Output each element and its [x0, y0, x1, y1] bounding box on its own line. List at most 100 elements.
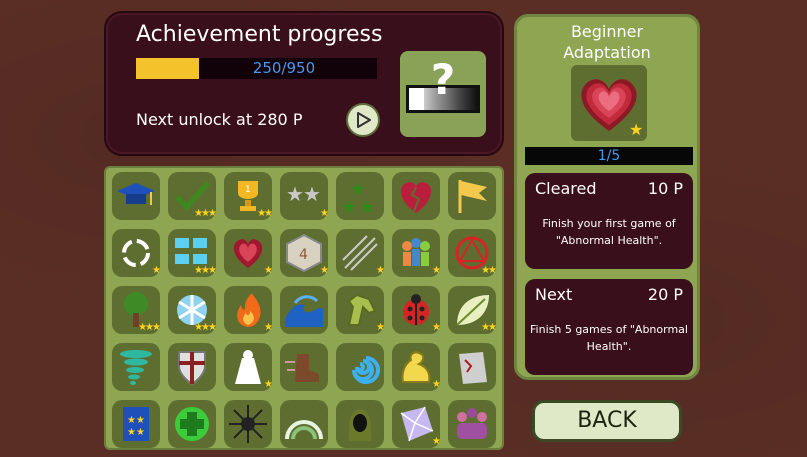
tornado-icon — [120, 350, 152, 385]
achievement-tile[interactable]: ★★★ — [168, 229, 217, 277]
silver-stars-icon: ★ ★ — [286, 182, 321, 206]
badge-star-icon: ★ — [629, 120, 643, 139]
achievement-tile[interactable] — [280, 286, 328, 334]
achievement-level: 1/5 — [525, 147, 693, 165]
achievement-tile[interactable] — [336, 400, 384, 448]
rating-stars-icon: ★ — [432, 436, 441, 447]
achievement-tile[interactable]: ★★ — [448, 229, 497, 277]
rating-stars-icon: ★★★ — [194, 265, 217, 276]
question-mark-icon: ? — [430, 55, 456, 104]
rating-stars-icon: ★ — [432, 379, 441, 390]
rating-stars-icon: ★ — [264, 265, 273, 276]
rating-stars-icon: ★ — [264, 379, 273, 390]
achievement-tile[interactable]: ★ — [224, 286, 273, 334]
group-icon — [457, 408, 487, 439]
svg-text:★: ★ — [303, 182, 321, 206]
achievement-tile[interactable]: ★★★ — [168, 286, 217, 334]
rating-stars-icon: ★ — [432, 322, 441, 333]
dark-sun-icon — [229, 405, 267, 443]
speed-boot-icon — [285, 354, 319, 382]
cleared-points: 10 P — [647, 179, 683, 198]
achievement-tile[interactable]: ★ — [336, 286, 385, 334]
play-button[interactable] — [346, 103, 380, 137]
svg-text:★★: ★★ — [127, 415, 145, 426]
rating-stars-icon: ★★ — [481, 265, 497, 276]
hooded-figure-icon — [348, 409, 372, 441]
yellow-flag-icon — [458, 180, 487, 213]
spiral-icon — [352, 356, 380, 384]
svg-text:4: 4 — [299, 247, 308, 263]
achievement-tile[interactable]: ★★ ★★ — [112, 400, 160, 448]
achievement-tile[interactable]: ★★★ — [336, 172, 384, 220]
crowd-icon — [402, 238, 430, 266]
achievement-tile[interactable] — [112, 343, 160, 391]
flame-icon — [237, 293, 261, 327]
achievement-tile[interactable]: ★★★ — [112, 286, 161, 334]
next-card: Next 20 P Finish 5 games of "Abnormal He… — [525, 279, 693, 375]
achievement-tile[interactable] — [112, 172, 160, 220]
green-stars-icon: ★★ ★ — [341, 179, 375, 217]
achievement-tile[interactable] — [280, 400, 328, 448]
achievement-tile[interactable]: ★ — [392, 400, 441, 448]
achievement-tile[interactable] — [448, 400, 496, 448]
achievement-title-line2: Adaptation — [563, 43, 651, 62]
torn-paper-icon — [459, 352, 487, 384]
achievement-tile[interactable]: ★ — [392, 343, 441, 391]
achievement-tile[interactable] — [448, 343, 496, 391]
achievement-tile[interactable] — [168, 400, 216, 448]
achievement-title: Beginner Adaptation — [517, 21, 697, 63]
light-beam-icon — [235, 350, 261, 384]
rating-stars-icon: ★ — [320, 208, 329, 219]
rating-stars-icon: ★★ — [257, 208, 273, 219]
horse-head-icon — [347, 293, 377, 326]
achievement-tile[interactable]: ★ — [392, 229, 441, 277]
achievement-tile[interactable] — [392, 172, 440, 220]
achievement-badge: ★ — [571, 65, 647, 141]
svg-text:1: 1 — [245, 185, 251, 195]
achievement-tile[interactable] — [336, 343, 384, 391]
heart-icon — [233, 239, 263, 268]
arrows-icon — [342, 235, 378, 271]
progress-bar: 250/950 — [136, 58, 377, 79]
achievement-tile[interactable]: ★ — [392, 286, 441, 334]
rating-stars-icon: ★★ — [481, 322, 497, 333]
achievement-tile[interactable]: ★ — [112, 229, 161, 277]
broken-heart-icon — [400, 182, 432, 213]
rating-stars-icon: ★★★ — [194, 208, 217, 219]
achievement-progress-panel: Achievement progress 250/950 Next unlock… — [104, 11, 504, 156]
achievement-tile[interactable] — [168, 343, 216, 391]
recycle-arrows-icon — [122, 239, 150, 267]
achievement-tile[interactable]: ★★ — [448, 286, 497, 334]
next-points: 20 P — [647, 285, 683, 304]
achievement-tile[interactable]: ★ — [336, 229, 385, 277]
cleared-label: Cleared — [535, 179, 597, 198]
muscle-icon — [401, 351, 431, 383]
svg-text:★: ★ — [286, 182, 304, 206]
achievement-tile[interactable] — [448, 172, 496, 220]
cleared-card: Cleared 10 P Finish your first game of "… — [525, 173, 693, 269]
rating-stars-icon: ★ — [152, 265, 161, 276]
achievement-tile[interactable]: ★★★ — [168, 172, 217, 220]
back-button[interactable]: BACK — [532, 400, 682, 442]
achievement-tile[interactable] — [224, 400, 272, 448]
progress-title: Achievement progress — [136, 22, 383, 47]
rating-stars-icon: ★★★ — [194, 322, 217, 333]
achievement-grid: ★★★ 1 ★★ ★ ★ ★ ★ ★ ★ ★ ★★★ ★ 4 ★ ★ ★ ★★ ★★★ ★★★ ★ ★ ★ ★★ ★ ★ ★★ ★★… — [104, 166, 504, 450]
shield-icon — [178, 351, 206, 386]
achievement-tile[interactable]: ★ — [224, 229, 273, 277]
achievement-tile[interactable] — [280, 343, 328, 391]
achievement-tile[interactable]: 4 ★ — [280, 229, 329, 277]
cleared-description: Finish your first game of "Abnormal Heal… — [542, 217, 676, 247]
achievement-tile[interactable]: ★ — [224, 343, 273, 391]
progress-bar-text: 250/950 — [252, 59, 316, 77]
achievement-title-line1: Beginner — [570, 22, 644, 41]
svg-text:★: ★ — [359, 197, 375, 217]
achievement-detail-panel: Beginner Adaptation ★ 1/5 Cleared 10 P F… — [514, 14, 700, 380]
rating-stars-icon: ★ — [376, 265, 385, 276]
achievement-tile[interactable]: ★★★ — [280, 172, 329, 220]
play-arrow-icon — [357, 112, 371, 128]
green-cross-icon — [175, 407, 209, 441]
layered-heart-icon: ★ — [581, 79, 643, 139]
achievement-tile[interactable]: 1 ★★ — [224, 172, 273, 220]
rainbow-icon — [285, 420, 323, 440]
